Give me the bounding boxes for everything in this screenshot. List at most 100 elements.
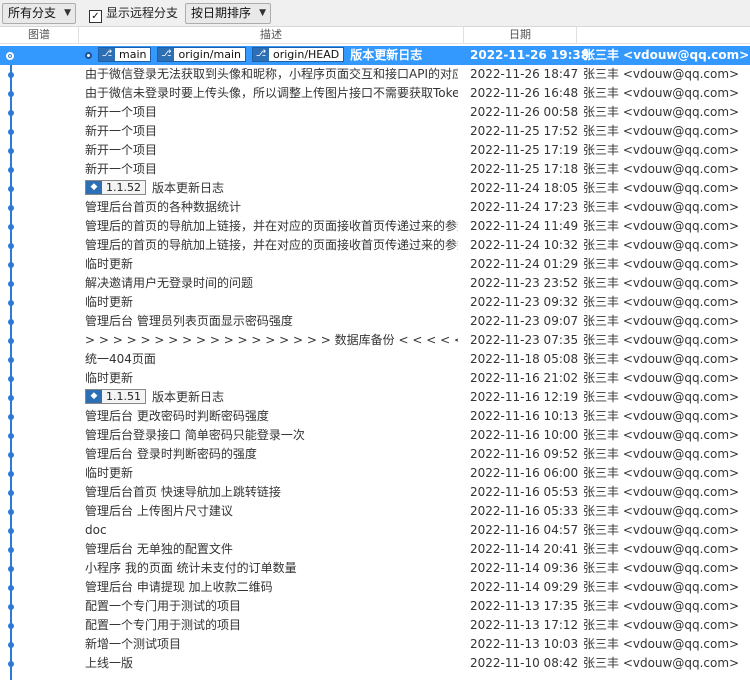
commit-row[interactable]: 新开一个项目 2022-11-25 17:18 张三丰 <vdouw@qq.com>	[0, 160, 750, 179]
commit-date: 2022-11-10 08:42	[470, 656, 579, 670]
commit-row[interactable]: ◆ 1.1.52 版本更新日志 2022-11-24 18:05 张三丰 <vdouw@…	[0, 179, 750, 198]
chevron-down-icon: ▼	[259, 8, 266, 18]
commit-date: 2022-11-13 17:12	[470, 618, 579, 632]
column-header: 图谱 描述 日期	[0, 27, 750, 44]
commit-node	[8, 433, 14, 439]
commit-author: 张三丰 <vdouw@qq.com>	[583, 542, 740, 556]
commit-row[interactable]: doc 2022-11-16 04:57 张三丰 <vdouw@qq.com>	[0, 521, 750, 540]
commit-row[interactable]: 管理后台 登录时判断密码的强度 2022-11-16 09:52 张三丰 <vdou…	[0, 445, 750, 464]
branch-filter-dropdown[interactable]: 所有分支 ▼	[2, 3, 76, 24]
commit-author: 张三丰 <vdouw@qq.com>	[583, 295, 740, 309]
commit-row[interactable]: 配置一个专门用于测试的项目 2022-11-13 17:12 张三丰 <vdouw@…	[0, 616, 750, 635]
commit-node	[8, 243, 14, 249]
commit-row[interactable]: > > > > > > > > > > > > > > > > > > 数据库备…	[0, 331, 750, 350]
branch-icon: ⎇	[99, 48, 115, 61]
commit-row[interactable]: 临时更新 2022-11-16 21:02 张三丰 <vdouw@qq.com>	[0, 369, 750, 388]
commit-row[interactable]: 新开一个项目 2022-11-25 17:52 张三丰 <vdouw@qq.com>	[0, 122, 750, 141]
commit-message: 解决邀请用户无登录时间的问题	[85, 276, 254, 290]
commit-author: 张三丰 <vdouw@qq.com>	[583, 143, 740, 157]
commit-row[interactable]: 由于微信未登录时要上传头像，所以调整上传图片接口不需要获取Token 2022-1…	[0, 84, 750, 103]
version-tag[interactable]: ◆ 1.1.51	[85, 389, 146, 404]
commit-row[interactable]: 管理后台 上传图片尺寸建议 2022-11-16 05:33 张三丰 <vdouw@…	[0, 502, 750, 521]
commit-row[interactable]: 新开一个项目 2022-11-25 17:19 张三丰 <vdouw@qq.com>	[0, 141, 750, 160]
chevron-down-icon: ▼	[64, 8, 71, 18]
commit-description: 临时更新	[85, 369, 458, 388]
commit-description: 新开一个项目	[85, 103, 458, 122]
commit-description: 新增一个测试项目	[85, 635, 458, 654]
commit-author: 张三丰 <vdouw@qq.com>	[583, 200, 740, 214]
commit-description: > > > > > > > > > > > > > > > > > > 数据库备…	[85, 331, 458, 350]
commit-description: 管理后台首页的各种数据统计	[85, 198, 458, 217]
commit-node	[8, 91, 14, 97]
commit-row[interactable]: ◆ 1.1.51 版本更新日志 2022-11-16 12:19 张三丰 <vdouw@…	[0, 388, 750, 407]
show-remote-branches-toggle[interactable]: ✓ 显示远程分支	[89, 6, 179, 23]
commit-message: 管理后台 无单独的配置文件	[85, 542, 233, 556]
commit-author: 张三丰 <vdouw@qq.com>	[583, 618, 740, 632]
commit-message: 管理后台首页的各种数据统计	[85, 200, 242, 214]
commit-author: 张三丰 <vdouw@qq.com>	[583, 257, 740, 271]
column-divider[interactable]	[576, 27, 577, 43]
commit-date: 2022-11-14 20:41	[470, 542, 579, 556]
commit-message: doc	[85, 523, 107, 537]
commit-date: 2022-11-23 09:07	[470, 314, 579, 328]
commit-row[interactable]: 由于微信登录无法获取到头像和昵称，小程序页面交互和接口API的对应 2022-11…	[0, 65, 750, 84]
commit-message: 新开一个项目	[85, 143, 158, 157]
commit-description: 管理后台 上传图片尺寸建议	[85, 502, 458, 521]
commit-date: 2022-11-23 09:32	[470, 295, 579, 309]
commit-message: 临时更新	[85, 466, 134, 480]
show-remote-checkbox[interactable]: ✓	[89, 10, 102, 23]
commit-row[interactable]: 上线一版 2022-11-10 08:42 张三丰 <vdouw@qq.com>	[0, 654, 750, 673]
commit-node	[8, 452, 14, 458]
commit-date: 2022-11-14 09:29	[470, 580, 579, 594]
commit-description: 管理后台 无单独的配置文件	[85, 540, 458, 559]
commit-row[interactable]: 管理后的首页的导航加上链接，并在对应的页面接收首页传递过来的参数 2022-11-…	[0, 217, 750, 236]
commit-row[interactable]: 临时更新 2022-11-23 09:32 张三丰 <vdouw@qq.com>	[0, 293, 750, 312]
commit-author: 张三丰 <vdouw@qq.com>	[583, 561, 740, 575]
commit-message: 新开一个项目	[85, 105, 158, 119]
commit-row[interactable]: 管理后台首页的各种数据统计 2022-11-24 17:23 张三丰 <vdouw@…	[0, 198, 750, 217]
commit-node	[8, 528, 14, 534]
commit-row[interactable]: 解决邀请用户无登录时间的问题 2022-11-23 23:52 张三丰 <vdouw…	[0, 274, 750, 293]
commit-row-head[interactable]: ⎇ main ⎇ origin/main ⎇ origin/HEAD 版本更新日志 2022…	[0, 46, 750, 65]
sort-order-dropdown[interactable]: 按日期排序 ▼	[185, 3, 271, 24]
commit-row[interactable]: 临时更新 2022-11-24 01:29 张三丰 <vdouw@qq.com>	[0, 255, 750, 274]
commit-row[interactable]: 管理后台首页 快速导航加上跳转链接 2022-11-16 05:53 张三丰 <vd…	[0, 483, 750, 502]
commit-row[interactable]: 小程序 我的页面 统计未支付的订单数量 2022-11-14 09:36 张三丰 <…	[0, 559, 750, 578]
column-graph[interactable]: 图谱	[0, 27, 78, 43]
commit-author: 张三丰 <vdouw@qq.com>	[583, 48, 750, 62]
commit-description: doc	[85, 521, 458, 540]
commit-message: 由于微信登录无法获取到头像和昵称，小程序页面交互和接口API的对应	[85, 67, 458, 81]
commit-description: 临时更新	[85, 255, 458, 274]
version-tag[interactable]: ◆ 1.1.52	[85, 180, 146, 195]
commit-message: 版本更新日志	[152, 181, 225, 195]
commit-row[interactable]: 管理后台 管理员列表页面显示密码强度 2022-11-23 09:07 张三丰 <v…	[0, 312, 750, 331]
branch-ref[interactable]: ⎇ main	[98, 47, 152, 62]
column-date[interactable]: 日期	[464, 27, 576, 43]
commit-description: 临时更新	[85, 464, 458, 483]
commit-node	[8, 129, 14, 135]
commit-row[interactable]: 管理后台 更改密码时判断密码强度 2022-11-16 10:13 张三丰 <vdo…	[0, 407, 750, 426]
commit-row[interactable]: 配置一个专门用于测试的项目 2022-11-13 17:35 张三丰 <vdouw@…	[0, 597, 750, 616]
commit-row[interactable]: 新增一个测试项目 2022-11-13 10:03 张三丰 <vdouw@qq.co…	[0, 635, 750, 654]
show-remote-label: 显示远程分支	[106, 6, 179, 20]
commit-date: 2022-11-23 07:35	[470, 333, 579, 347]
commit-row[interactable]: 临时更新 2022-11-16 06:00 张三丰 <vdouw@qq.com>	[0, 464, 750, 483]
commit-row[interactable]: 新开一个项目 2022-11-26 00:58 张三丰 <vdouw@qq.com>	[0, 103, 750, 122]
commit-author: 张三丰 <vdouw@qq.com>	[583, 219, 740, 233]
commit-author: 张三丰 <vdouw@qq.com>	[583, 276, 740, 290]
commit-row[interactable]: 管理后台 无单独的配置文件 2022-11-14 20:41 张三丰 <vdouw@…	[0, 540, 750, 559]
commit-row[interactable]: 管理后台登录接口 简单密码只能登录一次 2022-11-16 10:00 张三丰 <…	[0, 426, 750, 445]
branch-ref[interactable]: ⎇ origin/HEAD	[252, 47, 345, 62]
column-description[interactable]: 描述	[79, 27, 463, 43]
commit-description: 新开一个项目	[85, 122, 458, 141]
commit-description: ◆ 1.1.52 版本更新日志	[85, 179, 458, 198]
commit-description: 管理后台首页 快速导航加上跳转链接	[85, 483, 458, 502]
commit-row[interactable]: 统一404页面 2022-11-18 05:08 张三丰 <vdouw@qq.com…	[0, 350, 750, 369]
commit-date: 2022-11-14 09:36	[470, 561, 579, 575]
commit-node	[8, 566, 14, 572]
commit-node	[8, 338, 14, 344]
commit-author: 张三丰 <vdouw@qq.com>	[583, 390, 740, 404]
commit-row[interactable]: 管理后台 申请提现 加上收款二维码 2022-11-14 09:29 张三丰 <vd…	[0, 578, 750, 597]
commit-row[interactable]: 管理后的首页的导航加上链接，并在对应的页面接收首页传递过来的参数 2022-11-…	[0, 236, 750, 255]
branch-ref[interactable]: ⎇ origin/main	[157, 47, 246, 62]
